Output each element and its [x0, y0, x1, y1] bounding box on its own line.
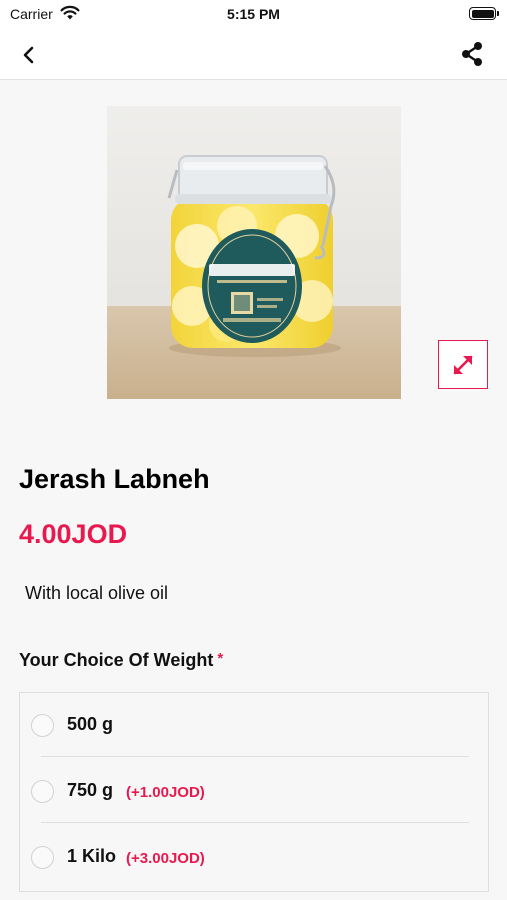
option-extra-price: (+3.00JOD) [126, 850, 205, 867]
status-time: 5:15 PM [227, 6, 280, 22]
nav-bar [0, 30, 507, 80]
option-label: 500 g [67, 714, 114, 734]
radio-button[interactable] [31, 714, 54, 737]
radio-button[interactable] [31, 780, 54, 803]
battery-icon [469, 7, 499, 20]
weight-option-1kilo[interactable]: 1 Kilo (+3.00JOD) [20, 825, 490, 891]
weight-option-750g[interactable]: 750 g (+1.00JOD) [20, 759, 490, 825]
product-description: With local olive oil [25, 583, 169, 603]
required-marker: * [217, 650, 224, 667]
product-price: 4.00JOD [19, 519, 128, 549]
option-extra-price: (+1.00JOD) [126, 784, 205, 801]
weight-option-heading: Your Choice Of Weight * [19, 650, 223, 671]
chevron-left-icon [23, 46, 34, 64]
divider [41, 756, 469, 757]
weight-option-500g[interactable]: 500 g [20, 693, 490, 759]
option-label: 750 g [67, 780, 114, 800]
weight-option-heading-label: Your Choice Of Weight [19, 650, 214, 670]
back-button[interactable] [14, 40, 44, 70]
share-icon [462, 42, 482, 66]
share-button[interactable] [457, 39, 487, 69]
radio-button[interactable] [31, 846, 54, 869]
divider [41, 822, 469, 823]
expand-image-button[interactable] [438, 340, 488, 389]
product-image[interactable] [107, 106, 401, 399]
option-label: 1 Kilo [67, 846, 117, 866]
product-title: Jerash Labneh [19, 464, 210, 494]
weight-options-list: 500 g 750 g (+1.00JOD) 1 Kilo (+3.00JOD) [19, 692, 489, 892]
expand-diagonal-icon [453, 355, 473, 374]
status-bar: Carrier 5:15 PM [0, 0, 507, 30]
